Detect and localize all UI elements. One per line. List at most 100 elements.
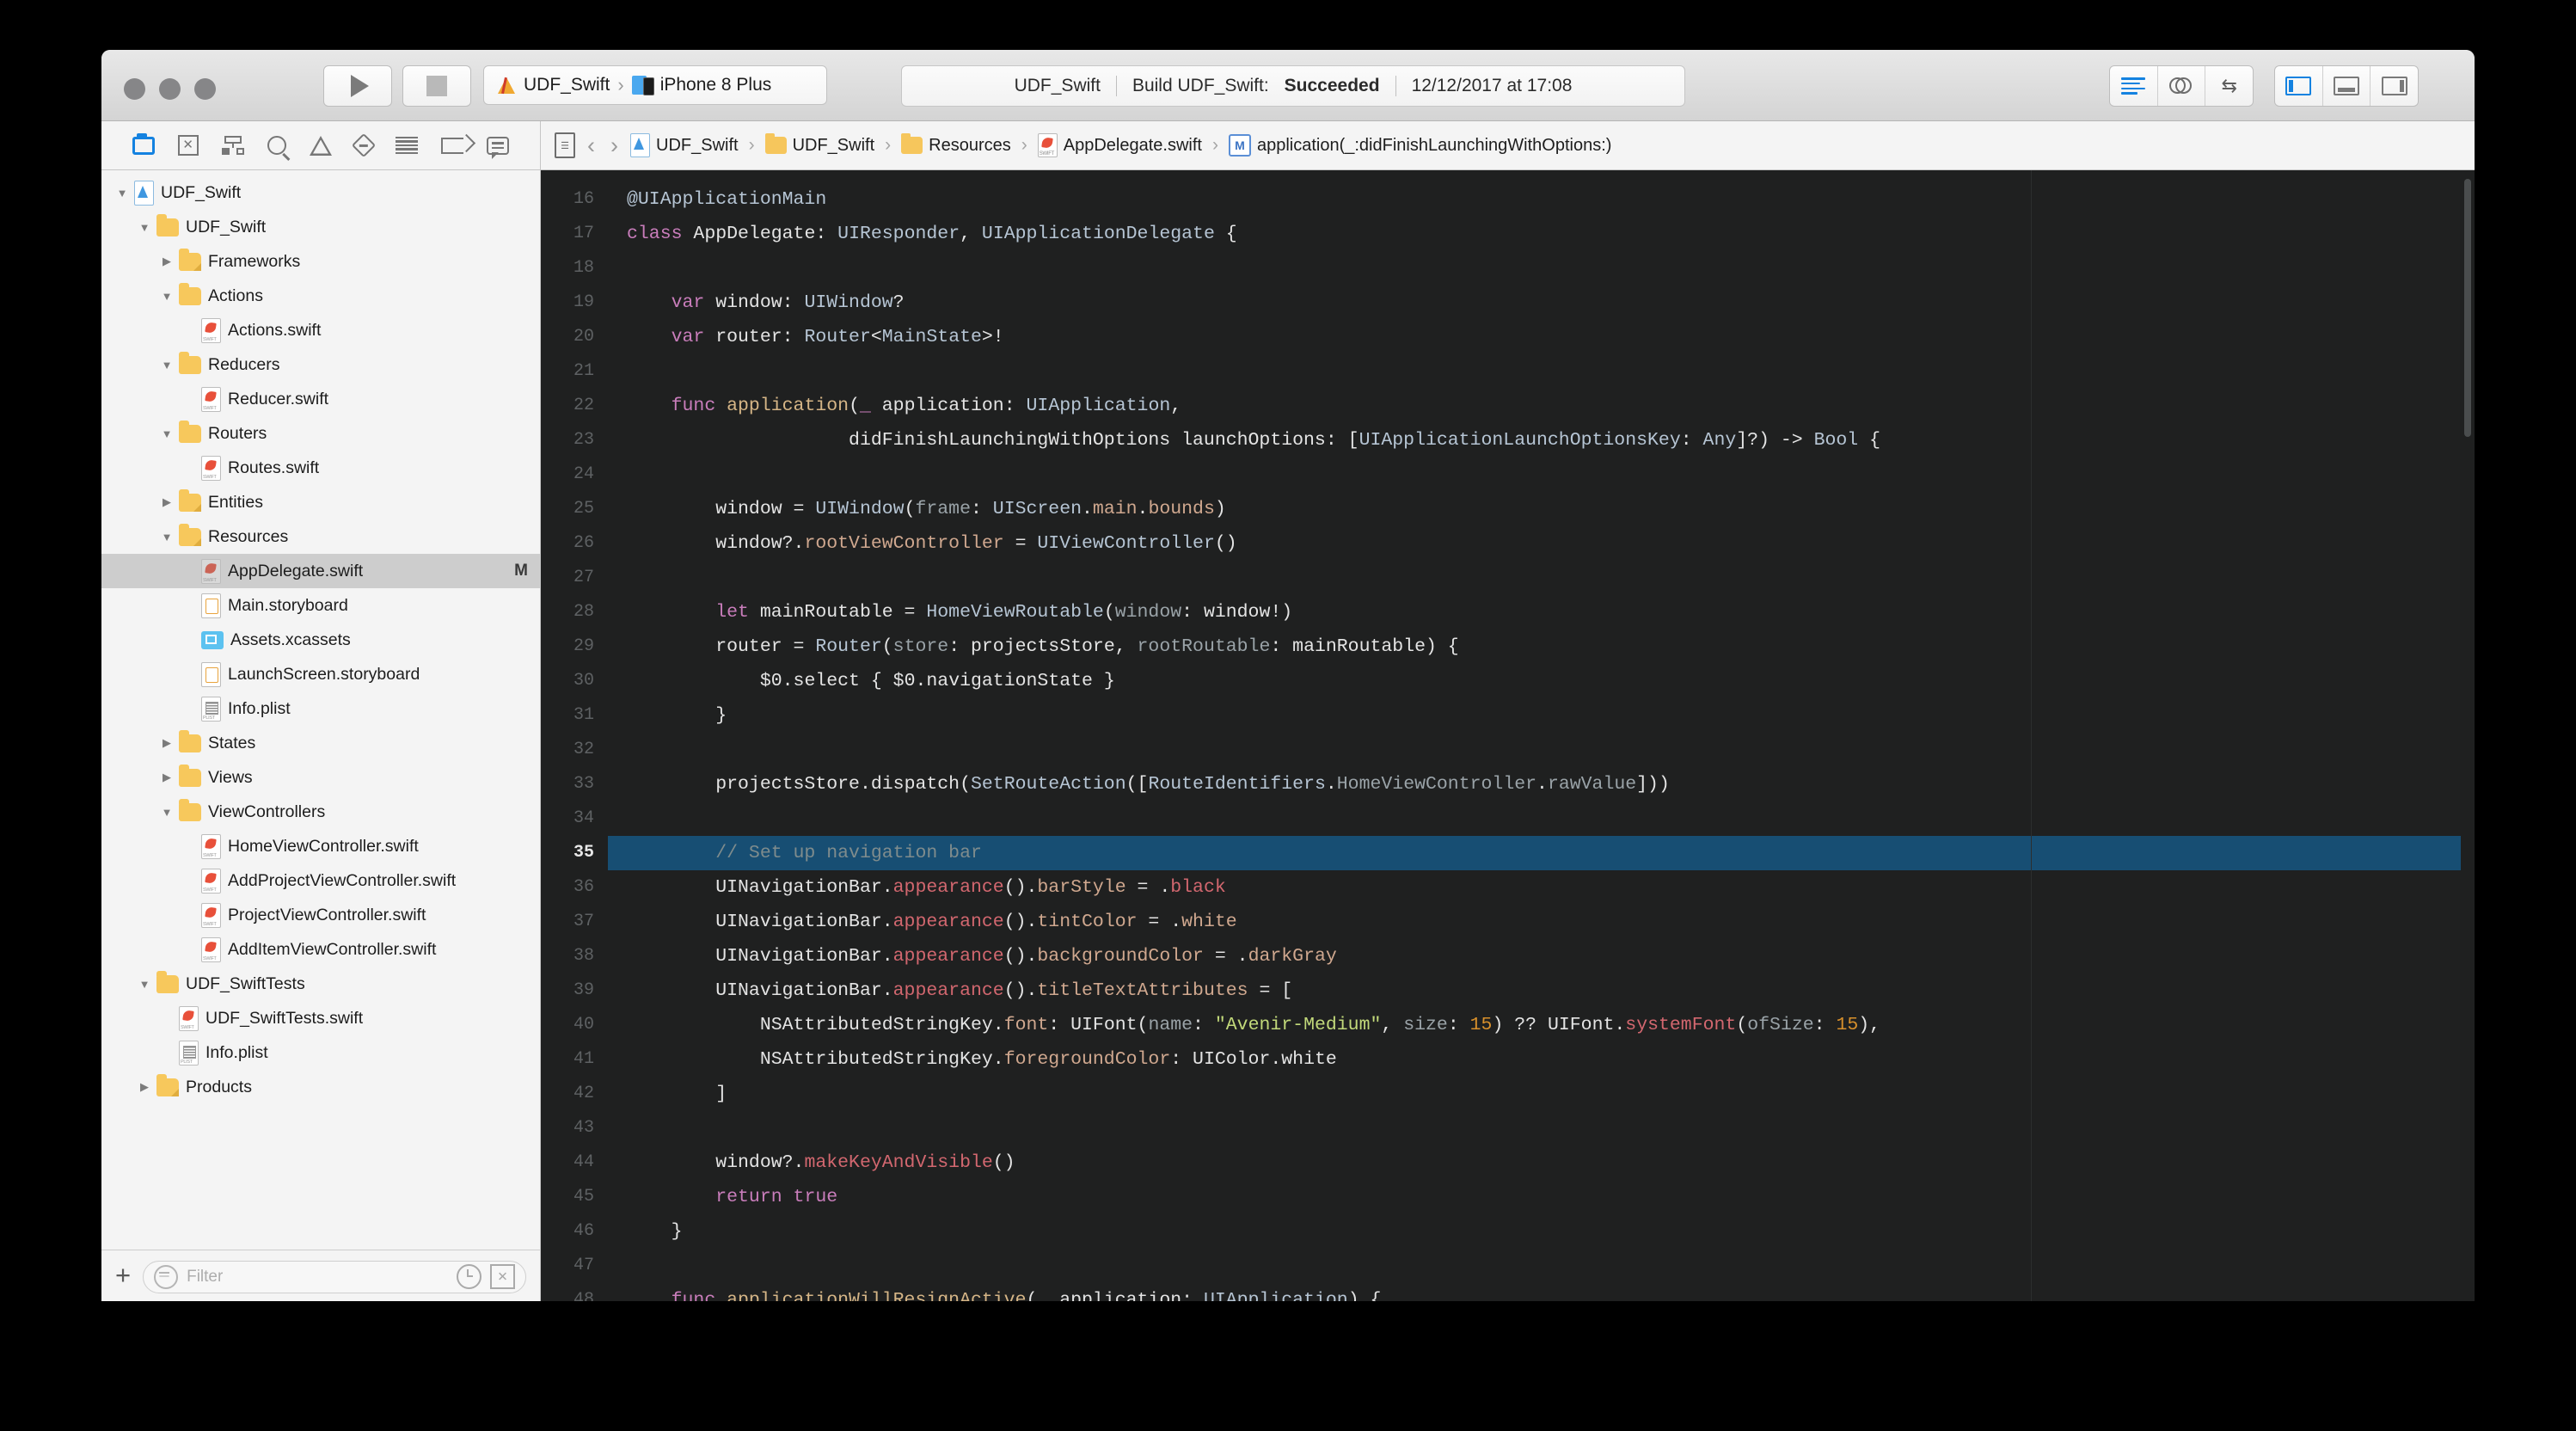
code-line[interactable]: window = UIWindow(frame: UIScreen.main.b… bbox=[608, 492, 2475, 526]
tree-row[interactable]: PLIST Info.plist bbox=[101, 1035, 540, 1070]
add-file-button[interactable]: + bbox=[115, 1262, 131, 1293]
zoom-button[interactable] bbox=[194, 78, 216, 100]
report-navigator-tab[interactable] bbox=[396, 137, 419, 154]
tree-row[interactable]: ▼ Resources bbox=[101, 519, 540, 554]
tree-row[interactable]: ▼ UDF_SwiftTests bbox=[101, 967, 540, 1001]
code-line[interactable]: UINavigationBar.appearance().titleTextAt… bbox=[608, 973, 2475, 1008]
code-line[interactable]: router = Router(store: projectsStore, ro… bbox=[608, 630, 2475, 664]
source-control-navigator-tab[interactable] bbox=[177, 135, 199, 156]
tree-row[interactable]: SWIFT AddProjectViewController.swift bbox=[101, 863, 540, 898]
disclosure-triangle[interactable]: ▶ bbox=[158, 255, 175, 268]
close-button[interactable] bbox=[124, 78, 145, 100]
code-line[interactable]: @UIApplicationMain bbox=[608, 182, 2475, 217]
recent-files-filter-icon[interactable] bbox=[457, 1264, 481, 1289]
code-line[interactable]: window?.rootViewController = UIViewContr… bbox=[608, 526, 2475, 561]
breakpoint-navigator-tab[interactable] bbox=[441, 137, 464, 154]
disclosure-triangle[interactable]: ▼ bbox=[158, 359, 175, 372]
code-line[interactable] bbox=[608, 561, 2475, 595]
breadcrumb-symbol-method[interactable]: M application(_:didFinishLaunchingWithOp… bbox=[1228, 134, 1611, 157]
code-line[interactable]: class AppDelegate: UIResponder, UIApplic… bbox=[608, 217, 2475, 251]
run-button[interactable] bbox=[323, 65, 392, 107]
tree-row[interactable]: SWIFT AddItemViewController.swift bbox=[101, 932, 540, 967]
stop-button[interactable] bbox=[402, 65, 471, 107]
tree-row[interactable]: ▶ Frameworks bbox=[101, 244, 540, 279]
go-back-button[interactable]: ‹ bbox=[584, 132, 598, 159]
disclosure-triangle[interactable]: ▼ bbox=[158, 290, 175, 303]
disclosure-triangle[interactable]: ▼ bbox=[158, 806, 175, 819]
tree-row[interactable]: ▼ Reducers bbox=[101, 347, 540, 382]
disclosure-triangle[interactable]: ▶ bbox=[136, 1080, 153, 1094]
tree-row[interactable]: Main.storyboard bbox=[101, 588, 540, 623]
code-line[interactable]: return true bbox=[608, 1180, 2475, 1214]
test-navigator-tab[interactable] bbox=[351, 132, 377, 158]
tree-row[interactable]: ▼ Actions bbox=[101, 279, 540, 313]
code-line[interactable] bbox=[608, 733, 2475, 767]
tree-row[interactable]: ▶ States bbox=[101, 726, 540, 760]
code-line[interactable]: func applicationWillResignActive(_ appli… bbox=[608, 1283, 2475, 1301]
source-control-filter-icon[interactable] bbox=[490, 1264, 515, 1289]
code-line[interactable] bbox=[608, 354, 2475, 389]
editor-scrollbar[interactable] bbox=[2461, 170, 2475, 1301]
tree-row[interactable]: SWIFT ProjectViewController.swift bbox=[101, 898, 540, 932]
code-line[interactable]: window?.makeKeyAndVisible() bbox=[608, 1145, 2475, 1180]
code-line[interactable]: UINavigationBar.appearance().tintColor =… bbox=[608, 905, 2475, 939]
scrollbar-thumb[interactable] bbox=[2464, 179, 2471, 437]
debug-navigator-tab[interactable] bbox=[487, 136, 510, 159]
standard-editor-button[interactable] bbox=[2110, 66, 2158, 106]
code-line[interactable] bbox=[608, 251, 2475, 286]
tree-row[interactable]: ▼ UDF_Swift bbox=[101, 175, 540, 210]
project-navigator-tab[interactable] bbox=[132, 132, 155, 155]
find-navigator-tab[interactable] bbox=[267, 136, 286, 155]
code-line[interactable] bbox=[608, 1111, 2475, 1145]
code-line[interactable]: func application(_ application: UIApplic… bbox=[608, 389, 2475, 423]
code-line[interactable]: ] bbox=[608, 1077, 2475, 1111]
breadcrumb-group-udf-swift[interactable]: UDF_Swift bbox=[764, 133, 874, 156]
code-line[interactable]: // Set up navigation bar bbox=[608, 836, 2475, 870]
tree-row[interactable]: SWIFT Reducer.swift bbox=[101, 382, 540, 416]
disclosure-triangle[interactable]: ▼ bbox=[158, 427, 175, 440]
disclosure-triangle[interactable]: ▶ bbox=[158, 736, 175, 750]
code-line[interactable]: NSAttributedStringKey.foregroundColor: U… bbox=[608, 1042, 2475, 1077]
filter-input[interactable]: Filter bbox=[143, 1260, 526, 1293]
toggle-debug-area-button[interactable] bbox=[2323, 66, 2371, 106]
tree-row[interactable]: Assets.xcassets bbox=[101, 623, 540, 657]
disclosure-triangle[interactable]: ▶ bbox=[158, 495, 175, 509]
code-line[interactable] bbox=[608, 1249, 2475, 1283]
tree-row[interactable]: ▼ UDF_Swift bbox=[101, 210, 540, 244]
go-forward-button[interactable]: › bbox=[607, 132, 622, 159]
tree-row[interactable]: ▶ Products bbox=[101, 1070, 540, 1104]
breadcrumb-group-resources[interactable]: Resources bbox=[901, 133, 1011, 156]
tree-row[interactable]: SWIFT AppDelegate.swift M bbox=[101, 554, 540, 588]
disclosure-triangle[interactable]: ▼ bbox=[158, 531, 175, 544]
breadcrumb-project[interactable]: UDF_Swift bbox=[630, 133, 739, 157]
issue-navigator-tab[interactable] bbox=[309, 135, 332, 156]
code-line[interactable]: let mainRoutable = HomeViewRoutable(wind… bbox=[608, 595, 2475, 630]
tree-row[interactable]: ▶ Views bbox=[101, 760, 540, 795]
toggle-utilities-button[interactable] bbox=[2371, 66, 2418, 106]
tree-row[interactable]: ▶ Entities bbox=[101, 485, 540, 519]
tree-row[interactable]: SWIFT HomeViewController.swift bbox=[101, 829, 540, 863]
tree-row[interactable]: SWIFT Actions.swift bbox=[101, 313, 540, 347]
scheme-selector[interactable]: UDF_Swift › iPhone 8 Plus bbox=[483, 65, 827, 105]
tree-row[interactable]: PLIST Info.plist bbox=[101, 691, 540, 726]
disclosure-triangle[interactable]: ▶ bbox=[158, 771, 175, 784]
tree-row[interactable]: ▼ ViewControllers bbox=[101, 795, 540, 829]
code-line[interactable]: var window: UIWindow? bbox=[608, 286, 2475, 320]
code-line[interactable]: } bbox=[608, 1214, 2475, 1249]
breadcrumb-file-appdelegate[interactable]: SWIFT AppDelegate.swift bbox=[1037, 133, 1202, 157]
code-line[interactable]: projectsStore.dispatch(SetRouteAction([R… bbox=[608, 767, 2475, 801]
code-line[interactable]: UINavigationBar.appearance().barStyle = … bbox=[608, 870, 2475, 905]
code-line[interactable]: $0.select { $0.navigationState } bbox=[608, 664, 2475, 698]
disclosure-triangle[interactable]: ▼ bbox=[136, 978, 153, 991]
disclosure-triangle[interactable]: ▼ bbox=[113, 187, 131, 200]
code-line[interactable]: UINavigationBar.appearance().backgroundC… bbox=[608, 939, 2475, 973]
source-code-editor[interactable]: 16 17 18 19 20 21 22 23 24 25 26 27 28 29 30 31 32 33 34 35… bbox=[541, 170, 2475, 1301]
code-line[interactable]: NSAttributedStringKey.font: UIFont(name:… bbox=[608, 1008, 2475, 1042]
related-items-icon[interactable]: ☰ bbox=[555, 132, 575, 158]
tree-row[interactable]: LaunchScreen.storyboard bbox=[101, 657, 540, 691]
code-line[interactable] bbox=[608, 458, 2475, 492]
code-line[interactable]: } bbox=[608, 698, 2475, 733]
disclosure-triangle[interactable]: ▼ bbox=[136, 221, 153, 234]
code-line[interactable]: var router: Router<MainState>! bbox=[608, 320, 2475, 354]
assistant-editor-button[interactable] bbox=[2158, 66, 2206, 106]
